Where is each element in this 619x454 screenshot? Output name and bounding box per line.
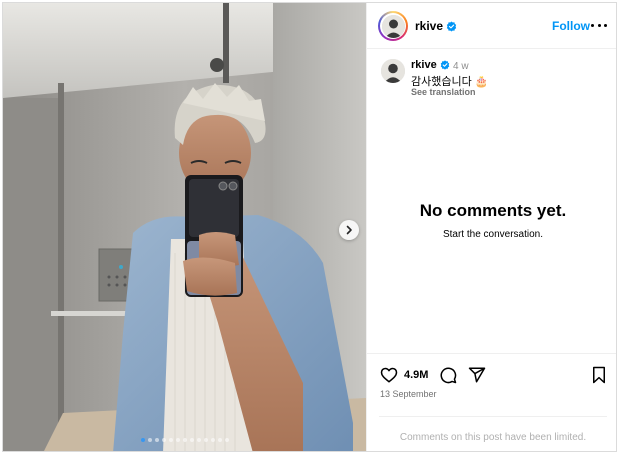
post-caption: rkive 4 w 감사했습니다 🎂 See translation <box>367 55 616 105</box>
no-comments-title: No comments yet. <box>419 201 567 220</box>
post-date[interactable]: 13 September <box>380 389 437 399</box>
post-modal: rkive Follow rkive 4 w 감사했습니다 🎂 See tran… <box>2 2 617 452</box>
carousel-dot <box>155 438 159 442</box>
post-username[interactable]: rkive <box>415 19 457 33</box>
next-slide-button[interactable] <box>339 220 359 240</box>
divider <box>379 416 607 417</box>
story-ring[interactable] <box>378 11 408 41</box>
comments-limited-notice: Comments on this post have been limited. <box>399 432 587 443</box>
heart-icon[interactable] <box>380 366 398 384</box>
share-icon[interactable] <box>468 366 486 384</box>
post-actions: 4.9M 13 September Comments on this post … <box>367 353 616 451</box>
carousel-dot <box>141 438 145 442</box>
comment-icon[interactable] <box>439 366 457 384</box>
carousel-dot <box>183 438 187 442</box>
caption-timestamp[interactable]: 4 w <box>453 61 469 72</box>
verified-badge-icon <box>440 60 449 70</box>
carousel-dot <box>197 438 201 442</box>
carousel-dot <box>211 438 215 442</box>
chevron-right-icon <box>346 225 352 235</box>
post-side-panel: rkive Follow rkive 4 w 감사했습니다 🎂 See tran… <box>366 3 616 451</box>
likes-count[interactable]: 4.9M <box>404 369 428 381</box>
carousel-dot <box>169 438 173 442</box>
carousel-dot <box>162 438 166 442</box>
verified-badge-icon <box>446 21 457 32</box>
carousel-dot <box>148 438 152 442</box>
carousel-dot <box>225 438 229 442</box>
see-translation-link[interactable]: See translation <box>411 87 476 97</box>
carousel-dot <box>204 438 208 442</box>
more-options-icon[interactable] <box>591 17 607 33</box>
post-media[interactable] <box>3 3 366 451</box>
caption-username[interactable]: rkive <box>411 59 450 71</box>
bookmark-icon[interactable] <box>591 366 607 384</box>
carousel-dot <box>190 438 194 442</box>
post-photo <box>3 3 366 451</box>
no-comments-subtitle: Start the conversation. <box>442 229 544 240</box>
avatar <box>381 14 405 38</box>
caption-avatar[interactable] <box>381 59 405 83</box>
carousel-indicator <box>141 437 229 443</box>
follow-button[interactable]: Follow <box>552 19 590 33</box>
carousel-dot <box>176 438 180 442</box>
post-header: rkive Follow <box>367 3 616 49</box>
carousel-dot <box>218 438 222 442</box>
